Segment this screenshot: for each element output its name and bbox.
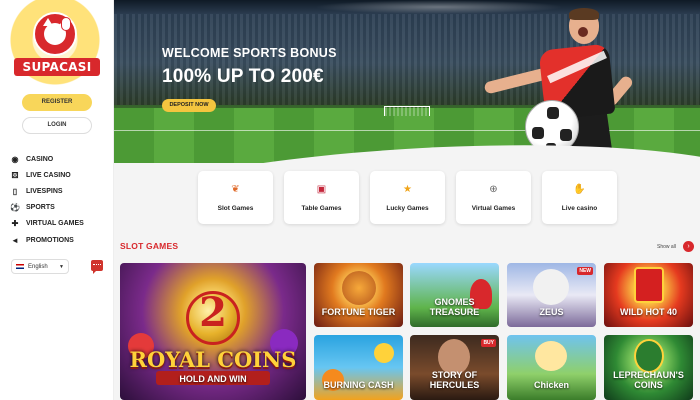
sidebar-item-label: SPORTS xyxy=(26,204,55,212)
game-tile[interactable]: BUY STORY OF HERCULES xyxy=(410,335,499,400)
game-tile[interactable]: BURNING CASH xyxy=(314,335,403,400)
hand-icon: ✋ xyxy=(573,184,586,195)
sidebar-item-label: LIVESPINS xyxy=(26,187,63,195)
game-title: GNOMES TREASURE xyxy=(429,297,480,317)
feature-badge: BUY xyxy=(481,339,496,347)
category-label: Lucky Games xyxy=(386,205,429,212)
new-badge: NEW xyxy=(577,267,593,275)
category-live-casino[interactable]: ✋ Live casino xyxy=(542,171,617,224)
sidebar-item-label: LIVE CASINO xyxy=(26,171,71,179)
hero-kicker: WELCOME SPORTS BONUS xyxy=(162,46,337,60)
leprechaun-image xyxy=(634,339,664,373)
cards-icon: ▣ xyxy=(316,184,327,195)
slot-cherry-icon: ❦ xyxy=(231,184,240,195)
game-subtitle: HOLD AND WIN xyxy=(179,374,247,384)
goal-post xyxy=(384,106,430,116)
chevron-right-icon[interactable]: › xyxy=(683,241,694,252)
game-title: Chicken xyxy=(533,380,569,390)
game-tile[interactable]: LEPRECHAUN'S COINS xyxy=(604,335,693,400)
show-all-link[interactable]: Show all xyxy=(657,244,676,250)
star-icon: ★ xyxy=(403,184,412,195)
sidebar-item-label: VIRTUAL GAMES xyxy=(26,220,84,228)
deposit-now-button[interactable]: DEPOSIT NOW xyxy=(162,99,216,112)
sidebar-item-virtual-games[interactable]: ✚ VIRTUAL GAMES xyxy=(10,216,110,232)
game-title: ROYAL COINS xyxy=(129,347,297,372)
chicken-image xyxy=(535,341,567,371)
coin-image xyxy=(374,343,394,363)
category-slot-games[interactable]: ❦ Slot Games xyxy=(198,171,273,224)
sidebar-item-label: PROMOTIONS xyxy=(26,236,74,244)
sidebar-item-label: CASINO xyxy=(26,155,54,163)
category-label: Virtual Games xyxy=(471,205,516,212)
login-button[interactable]: LOGIN xyxy=(22,117,92,134)
zeus-image xyxy=(533,269,569,305)
gamepad-icon: ⊕ xyxy=(489,184,498,195)
game-tile[interactable]: WILD HOT 40 xyxy=(604,263,693,327)
casino-chip-icon: ◉ xyxy=(11,154,19,164)
register-button[interactable]: REGISTER xyxy=(22,94,92,111)
game-number: 2 xyxy=(199,289,227,336)
category-virtual-games[interactable]: ⊕ Virtual Games xyxy=(456,171,531,224)
megaphone-icon: ◄ xyxy=(11,235,19,245)
category-bar: ❦ Slot Games ▣ Table Games ★ Lucky Games… xyxy=(198,171,618,225)
game-title: LEPRECHAUN'S COINS xyxy=(613,370,684,390)
game-tile[interactable]: NEW ZEUS xyxy=(507,263,596,327)
brand-logo[interactable]: SUPACASI xyxy=(0,0,113,86)
game-tile[interactable]: GNOMES TREASURE xyxy=(410,263,499,327)
phone-icon: ▯ xyxy=(12,186,18,196)
game-title: FORTUNE TIGER xyxy=(321,307,396,317)
game-tile[interactable]: Chicken xyxy=(507,335,596,400)
game-title: STORY OF HERCULES xyxy=(429,370,480,390)
sidebar-item-livespins[interactable]: ▯ LIVESPINS xyxy=(10,183,110,199)
category-lucky-games[interactable]: ★ Lucky Games xyxy=(370,171,445,224)
category-label: Live casino xyxy=(561,205,598,212)
category-table-games[interactable]: ▣ Table Games xyxy=(284,171,359,224)
gamepad-icon: ✚ xyxy=(11,219,19,229)
app-root: SUPACASI REGISTER LOGIN ◉ CASINO ⚄ LIVE … xyxy=(0,0,700,400)
hero-title: 100% UP TO 200€ xyxy=(162,66,324,87)
category-label: Slot Games xyxy=(217,205,254,212)
hero-banner[interactable]: WELCOME SPORTS BONUS 100% UP TO 200€ DEP… xyxy=(114,0,700,163)
game-tile[interactable]: FORTUNE TIGER xyxy=(314,263,403,327)
sidebar-item-sports[interactable]: ⚽ SPORTS xyxy=(10,200,110,216)
lucky-cat-icon xyxy=(33,12,77,56)
section-title: SLOT GAMES xyxy=(120,241,179,251)
sidebar: SUPACASI REGISTER LOGIN ◉ CASINO ⚄ LIVE … xyxy=(0,0,114,400)
seven-icon xyxy=(634,267,664,303)
dice-icon: ⚄ xyxy=(11,170,19,180)
brand-name: SUPACASI xyxy=(14,58,100,76)
language-selector[interactable]: English ▼ xyxy=(11,259,69,274)
game-title: ZEUS xyxy=(539,307,564,317)
game-title: WILD HOT 40 xyxy=(619,307,677,317)
sidebar-nav: ◉ CASINO ⚄ LIVE CASINO ▯ LIVESPINS ⚽ SPO… xyxy=(10,151,110,248)
tiger-face-image xyxy=(342,271,376,305)
language-label: English xyxy=(28,263,48,270)
chevron-down-icon: ▼ xyxy=(59,263,64,270)
game-title: BURNING CASH xyxy=(323,380,394,390)
sidebar-item-casino[interactable]: ◉ CASINO xyxy=(10,151,110,167)
category-label: Table Games xyxy=(301,205,342,212)
sidebar-item-live-casino[interactable]: ⚄ LIVE CASINO xyxy=(10,167,110,183)
game-tile-royal-coins[interactable]: 2 ROYAL COINS HOLD AND WIN xyxy=(120,263,306,400)
sidebar-item-promotions[interactable]: ◄ PROMOTIONS xyxy=(10,232,110,248)
chat-icon[interactable] xyxy=(91,260,103,274)
uk-flag-icon xyxy=(16,264,24,269)
football-icon: ⚽ xyxy=(10,203,20,213)
